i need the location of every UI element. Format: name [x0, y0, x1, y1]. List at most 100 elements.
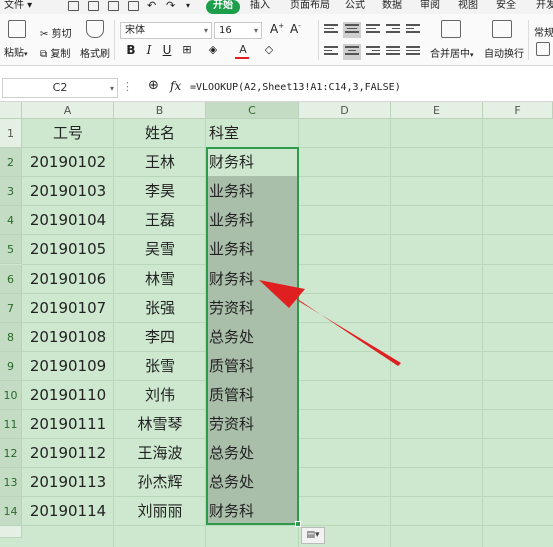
- align-bottom-icon[interactable]: [366, 24, 380, 36]
- table-cell[interactable]: 20190109: [23, 356, 113, 377]
- table-cell[interactable]: 刘伟: [115, 385, 205, 406]
- wrap-text-icon[interactable]: [492, 20, 512, 38]
- print-icon[interactable]: [108, 1, 119, 11]
- table-cell[interactable]: 刘丽丽: [115, 501, 205, 522]
- table-cell[interactable]: 20190108: [23, 327, 113, 348]
- table-cell[interactable]: 财务科: [209, 152, 254, 173]
- fill-color-icon[interactable]: ◈: [206, 42, 220, 58]
- indent-right-icon[interactable]: [406, 24, 420, 36]
- table-cell[interactable]: 劳资科: [209, 414, 254, 435]
- table-cell[interactable]: 20190112: [23, 443, 113, 464]
- tab-security[interactable]: 安全: [496, 0, 516, 14]
- column-header-a[interactable]: A: [22, 102, 114, 119]
- table-cell[interactable]: 科室: [209, 123, 239, 144]
- table-cell[interactable]: 20190104: [23, 210, 113, 231]
- column-header-b[interactable]: B: [114, 102, 206, 119]
- row-header-3[interactable]: 3: [0, 177, 22, 207]
- table-cell[interactable]: 总务处: [209, 327, 254, 348]
- row-header-10[interactable]: 10: [0, 380, 22, 410]
- table-cell[interactable]: 总务处: [209, 443, 254, 464]
- column-header-f[interactable]: F: [483, 102, 553, 119]
- justify-icon[interactable]: [386, 46, 400, 58]
- row-header-6[interactable]: 6: [0, 264, 22, 294]
- tab-home[interactable]: 开始: [206, 0, 240, 14]
- table-cell[interactable]: 张雪: [115, 356, 205, 377]
- export-icon[interactable]: [88, 1, 99, 11]
- table-cell[interactable]: 财务科: [209, 501, 254, 522]
- fx-icon[interactable]: fx: [170, 79, 181, 93]
- table-cell[interactable]: 业务科: [209, 239, 254, 260]
- table-cell[interactable]: 20190113: [23, 472, 113, 493]
- row-header-2[interactable]: 2: [0, 148, 22, 178]
- table-cell[interactable]: 王磊: [115, 210, 205, 231]
- row-header-11[interactable]: 11: [0, 410, 22, 440]
- drag-handle-icon[interactable]: ⋮: [122, 80, 133, 93]
- name-box[interactable]: C2 ▾: [2, 78, 118, 98]
- align-top-icon[interactable]: [324, 24, 338, 36]
- italic-icon[interactable]: I: [142, 42, 156, 58]
- font-color-icon[interactable]: A: [236, 42, 250, 58]
- paste-icon[interactable]: [8, 20, 26, 38]
- tab-dev[interactable]: 开发: [536, 0, 553, 14]
- row-header-13[interactable]: 13: [0, 468, 22, 498]
- column-header-e[interactable]: E: [391, 102, 483, 119]
- select-all-corner[interactable]: [0, 102, 22, 119]
- increase-font-icon[interactable]: A+: [270, 22, 284, 36]
- paste-options-button[interactable]: ▤▾: [301, 527, 325, 544]
- table-cell[interactable]: 业务科: [209, 181, 254, 202]
- format-painter-button[interactable]: 格式刷: [80, 45, 110, 60]
- underline-icon[interactable]: U: [160, 42, 174, 58]
- table-cell[interactable]: 吴雪: [115, 239, 205, 260]
- row-header-15[interactable]: [0, 526, 22, 539]
- table-cell[interactable]: 20190114: [23, 501, 113, 522]
- zoom-icon[interactable]: ⊕: [148, 78, 159, 93]
- row-header-5[interactable]: 5: [0, 235, 22, 265]
- tab-data[interactable]: 数据: [382, 0, 402, 14]
- table-cell[interactable]: 李四: [115, 327, 205, 348]
- bold-icon[interactable]: B: [124, 42, 138, 58]
- tab-insert[interactable]: 插入: [250, 0, 270, 14]
- font-size-select[interactable]: 16 ▾: [214, 22, 262, 39]
- save-icon[interactable]: [68, 1, 79, 11]
- table-cell[interactable]: 20190107: [23, 298, 113, 319]
- merge-center-button[interactable]: 合并居中▾: [430, 45, 474, 60]
- table-cell[interactable]: 孙杰辉: [115, 472, 205, 493]
- paste-button[interactable]: 粘贴▾: [4, 44, 28, 59]
- column-header-d[interactable]: D: [299, 102, 391, 119]
- row-header-4[interactable]: 4: [0, 206, 22, 236]
- table-cell[interactable]: 质管科: [209, 385, 254, 406]
- distributed-icon[interactable]: [406, 46, 420, 58]
- table-cell[interactable]: 姓名: [115, 123, 205, 144]
- table-cell[interactable]: 业务科: [209, 210, 254, 231]
- table-cell[interactable]: 劳资科: [209, 298, 254, 319]
- undo-icon[interactable]: ↶: [147, 0, 156, 14]
- cut-button[interactable]: ✂ 剪切: [40, 25, 72, 40]
- tab-review[interactable]: 审阅: [420, 0, 440, 14]
- row-header-8[interactable]: 8: [0, 322, 22, 352]
- formula-input[interactable]: =VLOOKUP(A2,Sheet13!A1:C14,3,FALSE): [190, 78, 401, 98]
- table-cell[interactable]: 财务科: [209, 269, 254, 290]
- spreadsheet-grid[interactable]: ABCDEF 1 2 3 4 5 6 7 8 9 10 11 12 13 14 工号 姓名 科室 2019010…: [0, 102, 553, 547]
- number-format-select[interactable]: 常规: [534, 24, 553, 39]
- table-cell[interactable]: 20190103: [23, 181, 113, 202]
- table-cell[interactable]: 20190106: [23, 269, 113, 290]
- table-cell[interactable]: 李昊: [115, 181, 205, 202]
- print-preview-icon[interactable]: [128, 1, 139, 11]
- table-cell[interactable]: 张强: [115, 298, 205, 319]
- table-cell[interactable]: 林雪: [115, 269, 205, 290]
- tab-formulas[interactable]: 公式: [345, 0, 365, 14]
- merge-center-icon[interactable]: [441, 20, 461, 38]
- wrap-text-button[interactable]: 自动换行: [484, 45, 524, 60]
- indent-left-icon[interactable]: [386, 24, 400, 36]
- more-icon[interactable]: ▾: [186, 0, 190, 14]
- redo-icon[interactable]: ↷: [166, 0, 175, 14]
- tab-view[interactable]: 视图: [458, 0, 478, 14]
- menu-file[interactable]: 文件 ▾: [4, 0, 32, 14]
- format-painter-icon[interactable]: [86, 20, 104, 38]
- table-cell[interactable]: 质管科: [209, 356, 254, 377]
- table-cell[interactable]: 林雪琴: [115, 414, 205, 435]
- row-header-14[interactable]: 14: [0, 497, 22, 527]
- tab-page-layout[interactable]: 页面布局: [290, 0, 330, 14]
- table-cell[interactable]: 王海波: [115, 443, 205, 464]
- border-icon[interactable]: ⊞: [180, 42, 194, 58]
